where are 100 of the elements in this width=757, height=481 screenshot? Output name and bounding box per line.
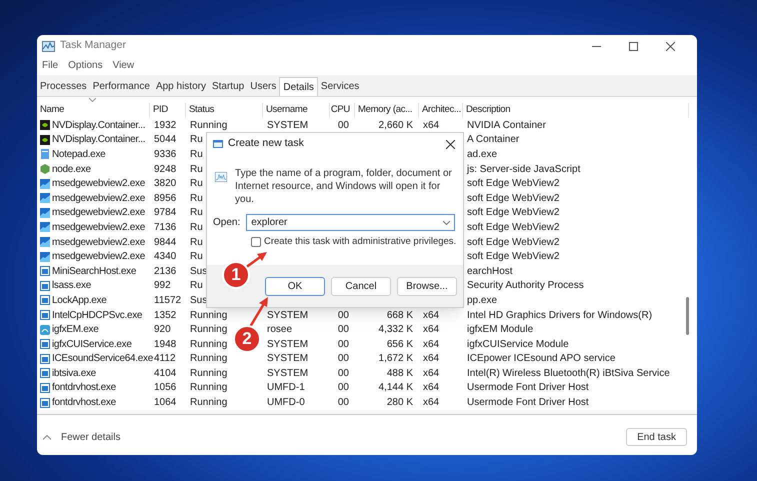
table-cell-text: Running — [190, 366, 228, 381]
table-cell-text: Ru — [190, 250, 203, 264]
column-header[interactable]: Status — [186, 103, 263, 118]
scrollbar-thumb[interactable] — [686, 297, 689, 335]
table-cell-text: SYSTEM — [267, 118, 308, 133]
table-cell-text: Ru — [190, 192, 203, 206]
process-icon — [40, 354, 50, 364]
table-cell-text: 992 — [154, 279, 171, 294]
end-task-button[interactable]: End task — [626, 428, 687, 446]
table-cell-text: soft Edge WebView2 — [467, 206, 560, 220]
table-cell-text: msedgewebview2.exe — [52, 192, 145, 206]
table-cell-text: SYSTEM — [267, 352, 308, 366]
table-cell-text: 00 — [338, 352, 349, 366]
table-cell-text: SYSTEM — [267, 308, 308, 323]
menu-item[interactable]: File — [42, 58, 58, 72]
graph-icon — [42, 40, 55, 52]
table-cell-text: Ru — [190, 177, 203, 192]
tab[interactable]: Details — [279, 77, 318, 96]
table-cell-text: LockApp.exe — [52, 294, 107, 308]
table-cell-text: UMFD-0 — [267, 396, 305, 410]
tab[interactable]: Services — [318, 77, 362, 96]
process-icon — [40, 237, 50, 248]
table-cell-text: NVDisplay.Container... — [52, 118, 146, 133]
table-cell-text: NVIDIA Container — [467, 118, 546, 133]
table-cell-text: 4,144 K — [378, 381, 413, 396]
caret-up-icon — [43, 434, 51, 440]
table-cell-text: 00 — [338, 396, 349, 410]
menu-item[interactable]: View — [112, 58, 134, 72]
process-icon — [40, 339, 50, 350]
table-cell-text: x64 — [423, 308, 440, 323]
table-cell-text: x64 — [423, 352, 440, 366]
table-cell-text: Usermode Font Driver Host — [467, 396, 589, 410]
table-cell-text: Running — [190, 118, 228, 133]
table-cell-text: Ru — [190, 279, 203, 294]
table-cell-text: msedgewebview2.exe — [52, 177, 145, 192]
column-header[interactable]: CPU — [330, 103, 355, 118]
table-cell-text: 00 — [338, 366, 349, 381]
table-cell-text: MiniSearchHost.exe — [52, 264, 136, 279]
open-label: Open: — [213, 216, 240, 230]
dialog-button[interactable]: Cancel — [331, 276, 391, 296]
process-icon — [40, 310, 50, 320]
table-cell-text: 1064 — [154, 396, 176, 410]
table-cell-text: 920 — [154, 323, 171, 338]
table-cell-text: msedgewebview2.exe — [52, 206, 145, 220]
dialog-button[interactable]: Browse... — [397, 276, 457, 296]
table-cell-text: ibtsiva.exe — [52, 366, 96, 381]
table-cell-text: Ru — [190, 236, 203, 250]
table-cell-text: js: Server-side JavaScript — [467, 162, 580, 177]
table-cell-text: NVDisplay.Container... — [52, 133, 146, 148]
table-cell-text: Usermode Font Driver Host — [467, 381, 589, 396]
table-cell-text: 3820 — [154, 177, 176, 192]
table-cell-text: x64 — [423, 396, 440, 410]
process-icon — [40, 382, 50, 393]
column-header[interactable]: Memory (ac... — [355, 103, 419, 118]
process-icon — [40, 295, 50, 306]
dialog-message: Type the name of a program, folder, document or Internet resource, and Windows will open it for you. — [235, 167, 453, 206]
process-icon — [40, 398, 50, 408]
dialog-button[interactable]: OK — [265, 276, 325, 296]
column-header[interactable]: PID — [150, 103, 186, 118]
table-cell-text: soft Edge WebView2 — [467, 177, 560, 192]
table-cell-text: igfxEM Module — [467, 323, 534, 338]
table-cell-text: soft Edge WebView2 — [467, 236, 560, 250]
column-header[interactable]: Name — [37, 103, 150, 118]
table-cell-text: 1932 — [154, 118, 176, 133]
tab[interactable]: Performance — [90, 77, 153, 96]
table-cell-text: 280 K — [386, 396, 413, 410]
table-cell-text: Running — [190, 396, 228, 410]
table-cell-text: 00 — [338, 118, 349, 133]
dialog-title: Create new task — [228, 136, 304, 152]
table-cell-text: igfxEM.exe — [52, 323, 98, 338]
table-cell-text: msedgewebview2.exe — [52, 220, 145, 235]
tab[interactable]: Processes — [37, 77, 90, 96]
tab[interactable]: Users — [247, 77, 280, 96]
maximize-icon[interactable] — [629, 42, 638, 50]
table-cell-text: x64 — [423, 366, 440, 381]
column-header[interactable]: Description — [463, 103, 689, 118]
checkbox[interactable] — [251, 237, 261, 248]
chevron-down-icon — [443, 221, 450, 225]
table-cell-text: Running — [190, 381, 228, 396]
fewer-details-toggle[interactable]: Fewer details — [41, 430, 122, 444]
tab[interactable]: Startup — [208, 77, 248, 96]
table-cell-text: 668 K — [386, 308, 413, 323]
table-cell-text: Ru — [190, 162, 203, 177]
menu-item[interactable]: Options — [68, 58, 103, 72]
close-icon[interactable] — [446, 140, 455, 148]
tab[interactable]: App history — [152, 77, 209, 96]
table-cell-text: igfxCUIService.exe — [52, 338, 132, 352]
process-icon — [40, 266, 50, 276]
table-cell-text: Intel HD Graphics Drivers for Windows(R) — [467, 308, 652, 323]
checkbox-label: Create this task with administrative privileges. — [264, 235, 456, 249]
column-header[interactable]: Username — [263, 103, 330, 118]
table-cell-text: ICEsoundService64.exe — [52, 352, 153, 366]
table-cell-text: 1056 — [154, 381, 176, 396]
table-cell-text: 00 — [338, 308, 349, 323]
table-cell-text: Ru — [190, 220, 203, 235]
column-header[interactable]: Architec... — [419, 103, 463, 118]
close-icon[interactable] — [666, 42, 675, 50]
table-cell-text: 00 — [338, 323, 349, 338]
table-cell-text: igfxCUIService Module — [467, 338, 569, 352]
open-combobox[interactable]: explorer — [246, 214, 455, 231]
